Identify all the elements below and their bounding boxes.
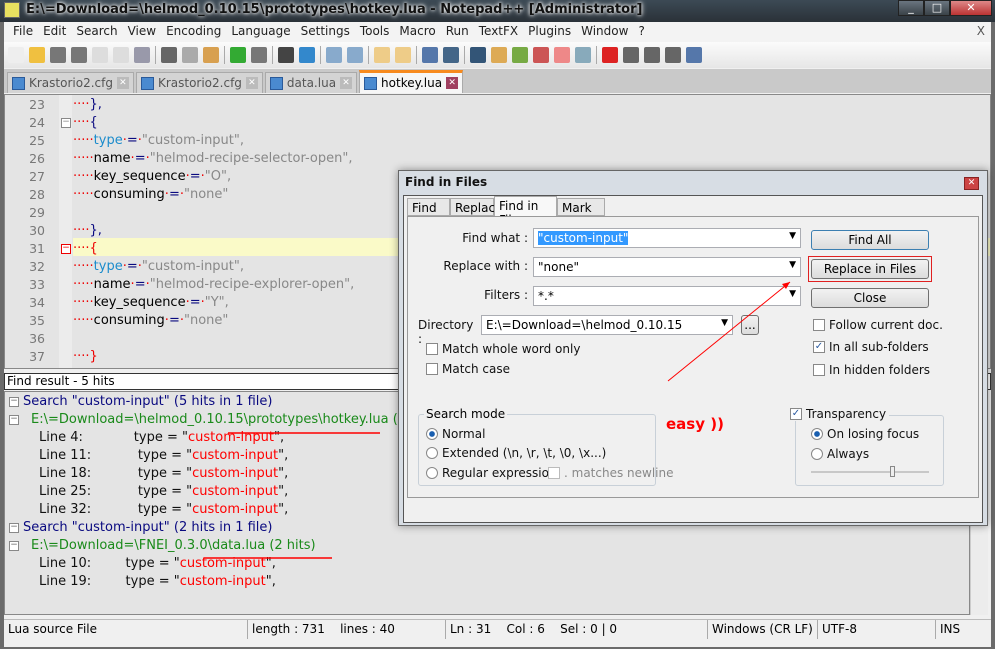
radio-icon: [426, 467, 438, 479]
dialog-title: Find in Files: [405, 175, 488, 189]
checkbox-label: Match case: [442, 362, 511, 376]
checkbox-icon: [426, 363, 438, 375]
filters-input[interactable]: *.* ▼: [533, 286, 801, 306]
radio-always[interactable]: Always: [811, 447, 869, 461]
dropdown-arrow-icon[interactable]: ▼: [789, 231, 796, 241]
dialog-body: Find Replace Find in Files Mark Find wha…: [403, 195, 983, 523]
radio-icon: [426, 447, 438, 459]
radio-extended[interactable]: Extended (\n, \r, \t, \0, \x...): [426, 446, 606, 460]
tab-mark[interactable]: Mark: [557, 198, 605, 216]
find-in-files-dialog: Find in Files ✕ Find Replace Find in Fil…: [398, 170, 988, 526]
radio-normal[interactable]: Normal: [426, 427, 485, 441]
checkbox-checked-icon: ✓: [790, 408, 802, 420]
checkbox-icon: [813, 364, 825, 376]
replace-with-label: Replace with :: [443, 259, 528, 273]
radio-selected-icon: [426, 428, 438, 440]
directory-value: E:\=Download=\helmod_0.10.15: [486, 318, 683, 332]
checkbox-icon: [426, 343, 438, 355]
follow-current-doc-checkbox[interactable]: Follow current doc.: [813, 318, 943, 332]
radio-icon: [811, 448, 823, 460]
checkbox-label: Transparency: [806, 407, 887, 421]
dropdown-arrow-icon[interactable]: ▼: [789, 260, 796, 270]
radio-label: Regular expression: [442, 466, 557, 480]
transparency-slider[interactable]: [811, 466, 929, 477]
dropdown-arrow-icon[interactable]: ▼: [721, 318, 728, 328]
search-mode-label: Search mode: [424, 407, 508, 421]
radio-label: Extended (\n, \r, \t, \0, \x...): [442, 446, 607, 460]
radio-selected-icon: [811, 428, 823, 440]
dialog-close-icon[interactable]: ✕: [964, 177, 979, 190]
transparency-checkbox[interactable]: ✓ Transparency: [790, 407, 890, 421]
find-what-input[interactable]: "custom-input" ▼: [533, 228, 801, 248]
annotation-text: easy )): [666, 415, 724, 433]
replace-with-input[interactable]: "none" ▼: [533, 257, 801, 277]
checkbox-icon: [548, 467, 560, 479]
replace-with-value: "none": [538, 260, 579, 274]
filters-label: Filters :: [484, 288, 528, 302]
radio-regex[interactable]: Regular expression: [426, 466, 557, 480]
match-case-checkbox[interactable]: Match case: [426, 362, 510, 376]
checkbox-label: In hidden folders: [829, 363, 931, 377]
find-what-label: Find what :: [462, 231, 528, 245]
filters-value: *.*: [538, 289, 554, 303]
tab-find[interactable]: Find: [407, 198, 450, 216]
browse-directory-button[interactable]: ...: [741, 315, 759, 335]
find-in-files-panel: Find what : "custom-input" ▼ Replace with…: [407, 216, 979, 498]
radio-label: Always: [827, 447, 870, 461]
checkbox-checked-icon: ✓: [813, 341, 825, 353]
radio-label: Normal: [442, 427, 486, 441]
checkbox-icon: [813, 319, 825, 331]
dropdown-arrow-icon[interactable]: ▼: [789, 289, 796, 299]
find-what-value: "custom-input": [538, 231, 629, 245]
radio-label: On losing focus: [827, 427, 920, 441]
checkbox-label: Match whole word only: [442, 342, 581, 356]
find-all-button[interactable]: Find All: [811, 230, 929, 250]
checkbox-label: In all sub-folders: [829, 340, 929, 354]
tab-find-in-files[interactable]: Find in Files: [494, 196, 557, 227]
in-hidden-folders-checkbox[interactable]: In hidden folders: [813, 363, 930, 377]
replace-in-files-button[interactable]: Replace in Files: [811, 259, 929, 279]
radio-on-losing-focus[interactable]: On losing focus: [811, 427, 919, 441]
checkbox-label: . matches newline: [564, 466, 674, 480]
checkbox-label: Follow current doc.: [829, 318, 943, 332]
close-button[interactable]: Close: [811, 288, 929, 308]
slider-thumb[interactable]: [890, 466, 896, 477]
tab-replace[interactable]: Replace: [450, 198, 502, 216]
match-whole-word-checkbox[interactable]: Match whole word only: [426, 342, 580, 356]
directory-input[interactable]: E:\=Download=\helmod_0.10.15 ▼: [481, 315, 733, 335]
in-all-subfolders-checkbox[interactable]: ✓ In all sub-folders: [813, 340, 929, 354]
matches-newline-checkbox[interactable]: . matches newline: [548, 466, 674, 480]
